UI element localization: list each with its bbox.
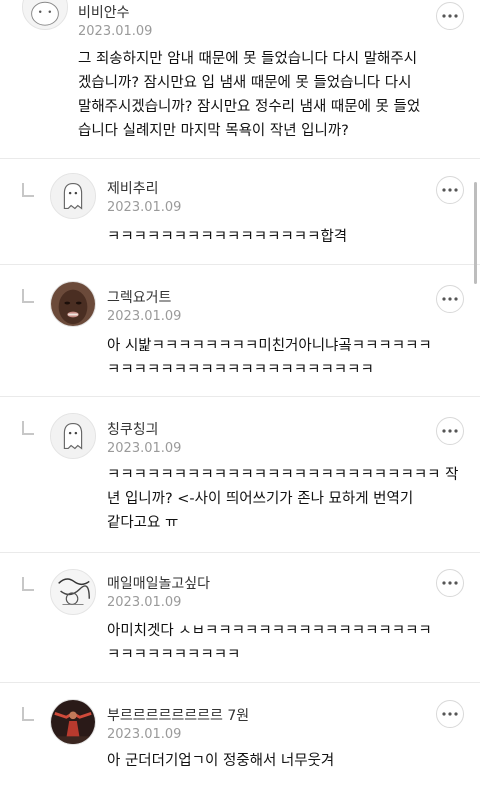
- comment-line: 말해주시겠습니까? 잠시만요 정수리 냄새 때문에 못 들었: [78, 99, 421, 115]
- reply-arrow-icon: [22, 183, 34, 197]
- more-options-button[interactable]: [436, 2, 464, 30]
- bear-avatar-icon: [23, 0, 67, 29]
- comment-text: 그 죄송하지만 암내 때문에 못 들었습니다 다시 말해주시 겠습니까? 잠시만…: [78, 47, 470, 143]
- ellipsis-icon: [442, 188, 458, 192]
- ellipsis-icon: [442, 581, 458, 585]
- drawing-avatar-icon: [51, 570, 95, 614]
- comment-line: ㅋㅋㅋㅋㅋㅋㅋㅋㅋㅋㅋㅋㅋㅋㅋㅋㅋㅋㅋㅋ: [107, 362, 374, 378]
- comment-date: 2023.01.09: [107, 727, 182, 742]
- scrollbar[interactable]: [474, 182, 477, 284]
- ellipsis-icon: [442, 429, 458, 433]
- comment-line: ㅋㅋㅋㅋㅋㅋㅋㅋㅋㅋㅋㅋㅋㅋㅋㅋㅋㅋㅋㅋㅋㅋㅋㅋㅋ 작: [107, 467, 459, 483]
- comment-author[interactable]: 그렉요거트: [107, 287, 171, 307]
- more-options-button[interactable]: [436, 569, 464, 597]
- comment-text: ㅋㅋㅋㅋㅋㅋㅋㅋㅋㅋㅋㅋㅋㅋㅋㅋㅋㅋㅋㅋㅋㅋㅋㅋㅋ 작 년 입니까? <-사이 …: [107, 463, 467, 535]
- avatar[interactable]: [50, 413, 96, 459]
- more-options-button[interactable]: [436, 176, 464, 204]
- comment-author[interactable]: 부르르르르르르르르 7원: [107, 705, 249, 725]
- comment-line: 겠습니까? 잠시만요 입 냄새 때문에 못 들었습니다 다시: [78, 75, 412, 91]
- comment-line: 습니다 실례지만 마지막 목욕이 작년 입니까?: [78, 123, 349, 139]
- more-options-button[interactable]: [436, 285, 464, 313]
- comment-author[interactable]: 칭쿠칭긔: [107, 419, 159, 439]
- more-options-button[interactable]: [436, 700, 464, 728]
- reply-arrow-icon: [22, 421, 34, 435]
- face-photo-avatar-icon: [51, 282, 95, 326]
- avatar[interactable]: [22, 0, 68, 30]
- comment-author[interactable]: 비비안수: [78, 2, 130, 22]
- comment-line: ㅋㅋㅋㅋㅋㅋㅋㅋㅋㅋ: [107, 647, 241, 663]
- comment-date: 2023.01.09: [78, 24, 153, 39]
- reply-item: 매일매일놀고싶다 2023.01.09 아미치겟다 ㅅㅂㅋㅋㅋㅋㅋㅋㅋㅋㅋㅋㅋㅋ…: [0, 553, 480, 682]
- reply-arrow-icon: [22, 289, 34, 303]
- reply-arrow-icon: [22, 577, 34, 591]
- ghost-avatar-icon: [51, 174, 95, 218]
- comment-line: ㅋㅋㅋㅋㅋㅋㅋㅋㅋㅋㅋㅋㅋㅋㅋㅋ합격: [107, 229, 348, 245]
- avatar[interactable]: [50, 173, 96, 219]
- comment-item: 비비안수 2023.01.09 그 죄송하지만 암내 때문에 못 들었습니다 다…: [0, 0, 480, 159]
- reply-item: 부르르르르르르르르 7원 2023.01.09 아 군더더기업ㄱ이 정중해서 너…: [0, 683, 480, 796]
- comment-text: 아 군더더기업ㄱ이 정중해서 너무웃겨: [107, 749, 467, 773]
- ellipsis-icon: [442, 297, 458, 301]
- comment-date: 2023.01.09: [107, 200, 182, 215]
- reply-item: 그렉요거트 2023.01.09 아 시밡ㅋㅋㅋㅋㅋㅋㅋㅋ미친거아니냐곸ㅋㅋㅋㅋ…: [0, 265, 480, 396]
- reply-arrow-icon: [22, 707, 34, 721]
- comment-line: 아미치겟다 ㅅㅂㅋㅋㅋㅋㅋㅋㅋㅋㅋㅋㅋㅋㅋㅋㅋㅋㅋ: [107, 623, 432, 639]
- ghost-avatar-icon: [51, 414, 95, 458]
- comment-line: 같다고요 ㅠ: [107, 515, 179, 531]
- reply-item: 칭쿠칭긔 2023.01.09 ㅋㅋㅋㅋㅋㅋㅋㅋㅋㅋㅋㅋㅋㅋㅋㅋㅋㅋㅋㅋㅋㅋㅋㅋ…: [0, 397, 480, 552]
- comment-line: 년 입니까? <-사이 띄어쓰기가 존나 묘하게 번역기: [107, 491, 414, 507]
- avatar[interactable]: [50, 699, 96, 745]
- avatar[interactable]: [50, 569, 96, 615]
- reply-item: 제비추리 2023.01.09 ㅋㅋㅋㅋㅋㅋㅋㅋㅋㅋㅋㅋㅋㅋㅋㅋ합격: [0, 159, 480, 264]
- comment-date: 2023.01.09: [107, 595, 182, 610]
- comment-line: 그 죄송하지만 암내 때문에 못 들었습니다 다시 말해주시: [78, 51, 418, 67]
- comment-text: 아미치겟다 ㅅㅂㅋㅋㅋㅋㅋㅋㅋㅋㅋㅋㅋㅋㅋㅋㅋㅋㅋ ㅋㅋㅋㅋㅋㅋㅋㅋㅋㅋ: [107, 619, 467, 667]
- comment-line: 아 시밡ㅋㅋㅋㅋㅋㅋㅋㅋ미친거아니냐곸ㅋㅋㅋㅋㅋㅋ: [107, 338, 432, 354]
- comment-date: 2023.01.09: [107, 441, 182, 456]
- ellipsis-icon: [442, 712, 458, 716]
- comment-author[interactable]: 매일매일놀고싶다: [107, 573, 210, 593]
- dancer-photo-avatar-icon: [51, 700, 95, 744]
- comment-text: 아 시밡ㅋㅋㅋㅋㅋㅋㅋㅋ미친거아니냐곸ㅋㅋㅋㅋㅋㅋ ㅋㅋㅋㅋㅋㅋㅋㅋㅋㅋㅋㅋㅋㅋ…: [107, 334, 467, 382]
- comment-line: 아 군더더기업ㄱ이 정중해서 너무웃겨: [107, 753, 335, 769]
- comment-text: ㅋㅋㅋㅋㅋㅋㅋㅋㅋㅋㅋㅋㅋㅋㅋㅋ합격: [107, 225, 467, 249]
- comment-date: 2023.01.09: [107, 309, 182, 324]
- more-options-button[interactable]: [436, 417, 464, 445]
- ellipsis-icon: [442, 14, 458, 18]
- comment-author[interactable]: 제비추리: [107, 178, 159, 198]
- avatar[interactable]: [50, 281, 96, 327]
